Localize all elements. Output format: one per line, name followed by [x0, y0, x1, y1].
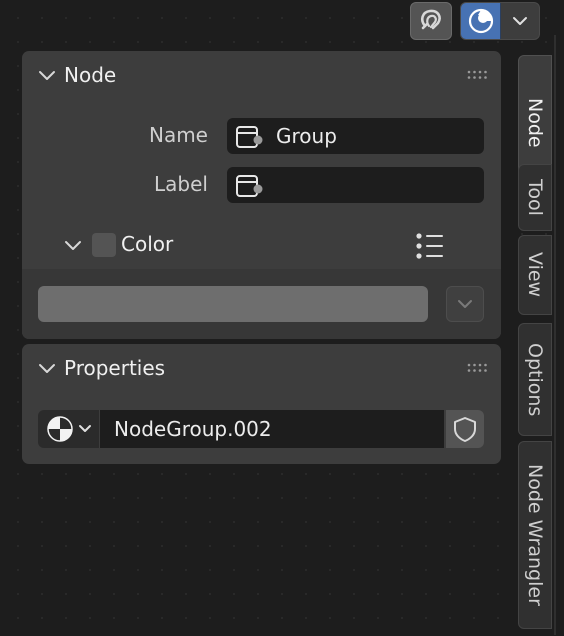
color-dropdown-button[interactable]: [446, 286, 484, 322]
name-value: Group: [276, 124, 337, 148]
properties-panel: Properties NodeGroup.002: [22, 344, 501, 464]
name-label: Name: [148, 123, 208, 147]
node-tree-icon: [46, 416, 73, 442]
tab-node-wrangler-label: Node Wrangler: [524, 464, 546, 606]
drag-grip-icon[interactable]: [467, 362, 489, 374]
drag-grip-icon[interactable]: [467, 69, 489, 81]
color-swatch[interactable]: [38, 286, 428, 322]
chevron-down-icon: [458, 300, 472, 308]
node-panel-header[interactable]: Node: [22, 51, 501, 101]
viewport-gizmo-icon: [468, 8, 493, 34]
tab-view[interactable]: View: [518, 235, 552, 315]
name-field[interactable]: Group: [227, 118, 484, 154]
tab-node-label: Node: [524, 98, 546, 148]
node-panel-title: Node: [64, 63, 117, 87]
magnet-icon: [420, 9, 441, 30]
chevron-down-icon: [513, 17, 528, 25]
overlay-toggle-button[interactable]: [410, 2, 452, 40]
chevron-down-icon: [39, 71, 55, 80]
tab-options-label: Options: [524, 342, 546, 417]
color-subpanel: [22, 269, 501, 339]
gizmo-toggle-button[interactable]: [461, 3, 502, 39]
tab-options[interactable]: Options: [518, 323, 552, 436]
node-group-name-field[interactable]: NodeGroup.002: [100, 410, 444, 448]
label-label: Label: [154, 172, 208, 196]
node-label-icon: [236, 126, 263, 148]
tab-view-label: View: [524, 252, 546, 298]
properties-panel-header[interactable]: Properties: [22, 344, 501, 394]
label-field[interactable]: [227, 167, 484, 203]
color-checkbox[interactable]: [92, 233, 116, 257]
tab-tool[interactable]: Tool: [518, 164, 552, 231]
fake-user-button[interactable]: [446, 410, 484, 448]
color-label: Color: [121, 232, 174, 256]
shield-icon: [454, 417, 476, 442]
properties-panel-title: Properties: [64, 356, 166, 380]
node-group-name: NodeGroup.002: [114, 417, 272, 441]
node-panel: Node Name Group Label Color: [22, 51, 501, 339]
gizmo-dropdown-button[interactable]: [501, 3, 539, 39]
chevron-down-icon: [78, 425, 91, 432]
tab-tool-label: Tool: [524, 179, 546, 216]
tab-node-wrangler[interactable]: Node Wrangler: [518, 441, 552, 629]
sidebar-tabs: Node Tool View Options Node Wrangler: [516, 45, 564, 636]
node-label-icon: [236, 175, 263, 197]
chevron-down-icon: [39, 364, 55, 373]
chevron-down-icon[interactable]: [64, 239, 82, 253]
presets-list-icon[interactable]: [415, 232, 445, 260]
gizmo-toggle-group: [460, 2, 540, 40]
node-group-browse-button[interactable]: [38, 410, 99, 448]
node-group-selector: NodeGroup.002: [38, 410, 498, 448]
node-editor-sidebar: Node Name Group Label Color Properties N…: [0, 0, 564, 636]
